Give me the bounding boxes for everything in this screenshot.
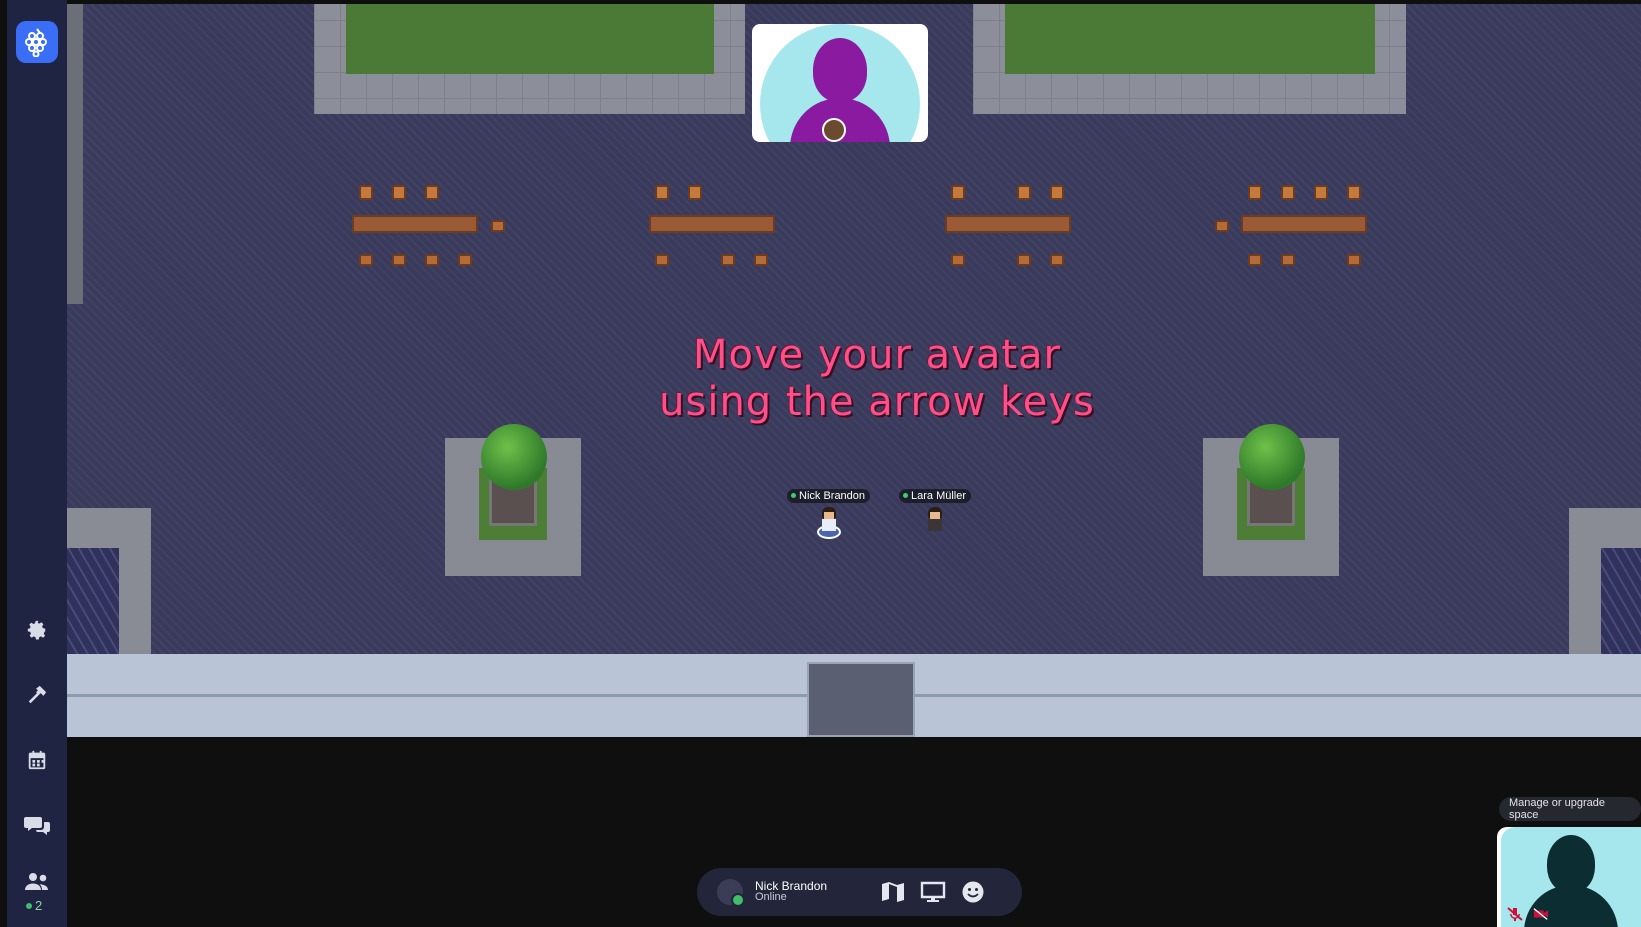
tutorial-line-1: Move your avatar [693, 332, 1061, 378]
table [1241, 215, 1367, 233]
avatar-sprite [816, 507, 841, 539]
tree [481, 424, 547, 490]
map-icon [882, 882, 904, 902]
chair [951, 185, 965, 200]
tree [1239, 424, 1305, 490]
table [945, 215, 1071, 233]
side-room-left [67, 508, 151, 658]
player-lara[interactable]: Lara Müller [899, 485, 972, 535]
participants-button[interactable] [22, 867, 52, 897]
grass-patch [346, 4, 714, 74]
chair [1281, 185, 1295, 200]
chair [392, 185, 406, 200]
chair [491, 220, 505, 232]
chair [655, 254, 669, 266]
calendar-button[interactable] [22, 745, 52, 775]
left-wall [67, 4, 83, 304]
grass-patch [1005, 4, 1375, 74]
table [649, 215, 775, 233]
player-nametag: Lara Müller [899, 488, 972, 503]
mic-off-icon[interactable] [1507, 907, 1523, 921]
chair [1248, 254, 1262, 266]
my-status-text: Online [755, 891, 787, 903]
tutorial-line-2: using the arrow keys [659, 379, 1095, 425]
camera-off-icon[interactable] [1533, 907, 1549, 921]
online-dot [26, 902, 32, 909]
space-logo-button[interactable] [16, 21, 58, 63]
room-carpet [67, 548, 119, 656]
player-nick[interactable]: Nick Brandon [787, 485, 871, 539]
chair [721, 254, 735, 266]
player-name: Lara Müller [911, 489, 967, 502]
side-room-right [1569, 508, 1641, 658]
user-silhouette-head [813, 38, 867, 102]
chair [1347, 185, 1361, 200]
my-avatar[interactable] [717, 879, 745, 907]
table [352, 215, 478, 233]
screen-share-icon [920, 881, 946, 902]
bottom-toolbar: Nick Brandon Online [697, 868, 1022, 916]
minimap-button[interactable] [873, 875, 913, 909]
emoji-icon [962, 881, 984, 903]
online-count-value: 2 [35, 898, 43, 913]
chat-icon [24, 817, 50, 835]
garden-left [314, 4, 745, 114]
grape-logo-icon [25, 28, 47, 57]
chair [458, 254, 472, 266]
chair [1017, 185, 1031, 200]
manage-space-button[interactable]: Manage or upgrade space [1499, 797, 1641, 821]
screen-share-button[interactable] [913, 875, 953, 909]
chair [1017, 254, 1031, 266]
sidebar: 2 [7, 0, 67, 927]
avatar-sprite [924, 507, 946, 535]
chair [425, 185, 439, 200]
status-dot [731, 893, 745, 907]
tree-planter-right [1203, 424, 1339, 576]
settings-button[interactable] [22, 615, 52, 645]
my-status[interactable]: Nick Brandon Online [755, 880, 873, 903]
chair [425, 254, 439, 266]
garden-right [973, 4, 1406, 114]
people-icon [25, 873, 48, 890]
player-name: Nick Brandon [799, 489, 866, 502]
build-button[interactable] [22, 680, 52, 710]
chair [1050, 254, 1064, 266]
chair [1347, 254, 1361, 266]
room-carpet [1601, 548, 1641, 656]
player-nametag: Nick Brandon [787, 488, 871, 503]
chair [1281, 254, 1295, 266]
tree-planter-left [445, 424, 581, 576]
gear-icon [27, 620, 46, 640]
emoji-button[interactable] [953, 875, 993, 909]
chair [754, 254, 768, 266]
chair [1248, 185, 1262, 200]
chair [655, 185, 669, 200]
online-dot [791, 493, 796, 498]
chat-button[interactable] [22, 810, 52, 840]
online-count: 2 [26, 898, 42, 913]
chair [1050, 185, 1064, 200]
hammer-icon [28, 685, 47, 704]
tutorial-hint: Move your avatar using the arrow keys [627, 332, 1127, 426]
self-video-tile[interactable] [1497, 827, 1641, 927]
chair [359, 185, 373, 200]
chair [688, 185, 702, 200]
online-dot [903, 493, 908, 498]
doorway [807, 662, 915, 737]
chair [1215, 220, 1229, 232]
chair [392, 254, 406, 266]
chair [1314, 185, 1328, 200]
calendar-icon [28, 750, 46, 770]
self-silhouette-head [1547, 835, 1595, 893]
chair [359, 254, 373, 266]
remote-user-avatar [822, 118, 846, 142]
chair [951, 254, 965, 266]
remote-video-tile[interactable] [752, 24, 928, 142]
